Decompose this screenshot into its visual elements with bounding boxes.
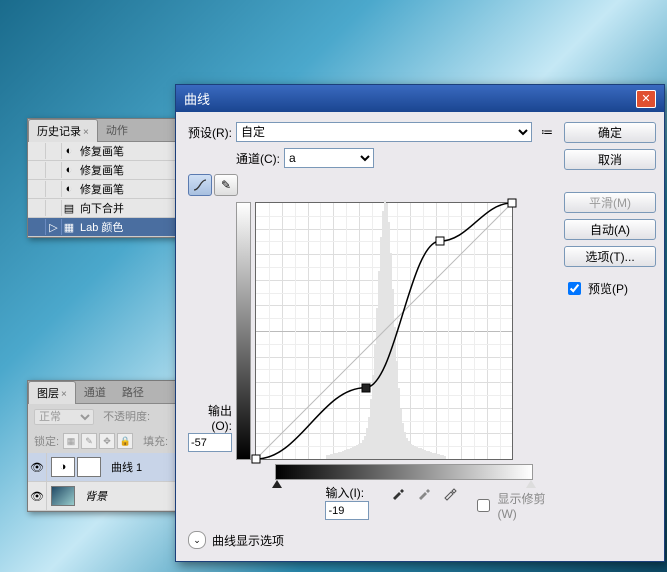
presets-menu-icon[interactable]: ≔ — [538, 123, 556, 141]
ok-button[interactable]: 确定 — [564, 122, 656, 143]
white-point-slider[interactable] — [526, 480, 536, 488]
tab-layers[interactable]: 图层× — [28, 381, 76, 404]
preset-label: 预设(R): — [188, 124, 232, 141]
tab-history[interactable]: 历史记录× — [28, 119, 98, 142]
history-item[interactable]: ▤ 向下合并 — [28, 199, 183, 218]
history-item-icon: ◐ — [62, 144, 76, 158]
tab-channels-label: 通道 — [84, 387, 106, 399]
history-state-icon — [46, 162, 62, 178]
dialog-titlebar[interactable]: 曲线 ✕ — [176, 85, 664, 112]
curve-point-tool[interactable] — [188, 174, 212, 196]
gradient-horizontal — [275, 464, 533, 480]
auto-button[interactable]: 自动(A) — [564, 219, 656, 240]
layer-mask-thumb[interactable] — [77, 457, 101, 477]
gradient-vertical — [236, 202, 251, 460]
history-item-icon: ◐ — [62, 163, 76, 177]
history-item-icon: ▦ — [62, 220, 76, 234]
lock-label: 锁定: — [34, 433, 59, 449]
smooth-button: 平滑(M) — [564, 192, 656, 213]
preset-select[interactable]: 自定 — [236, 122, 532, 142]
history-item[interactable]: ▷▦ Lab 颜色 — [28, 218, 183, 237]
curve-area: 输出(O): 输入(I): — [188, 202, 556, 521]
show-clipping-checkbox[interactable] — [477, 499, 490, 512]
curves-dialog: 曲线 ✕ 预设(R): 自定 ≔ 通道(C): a ✎ — [175, 84, 665, 562]
output-label: 输出(O): — [188, 402, 232, 433]
history-item-label: 修复画笔 — [80, 181, 124, 197]
gray-eyedropper-icon[interactable] — [415, 484, 433, 502]
options-button[interactable]: 选项(T)... — [564, 246, 656, 267]
tab-history-label: 历史记录 — [37, 126, 81, 138]
history-state-icon: ▷ — [46, 219, 62, 235]
channel-label: 通道(C): — [236, 150, 280, 167]
history-state-icon — [46, 200, 62, 216]
history-tabs: 历史记录× 动作 — [28, 119, 183, 142]
lock-position-icon[interactable]: ✥ — [99, 433, 115, 449]
tab-channels[interactable]: 通道 — [76, 381, 114, 403]
lock-icons: ▦ ✎ ✥ 🔒 — [63, 433, 133, 449]
close-icon[interactable]: × — [83, 127, 89, 138]
history-item-label: Lab 颜色 — [80, 219, 123, 235]
expand-label: 曲线显示选项 — [212, 532, 284, 549]
history-item[interactable]: ◐ 修复画笔 — [28, 142, 183, 161]
preview-label: 预览(P) — [588, 280, 628, 297]
curve-point[interactable] — [252, 455, 261, 464]
history-item-label: 修复画笔 — [80, 143, 124, 159]
layer-name[interactable]: 背景 — [85, 488, 107, 504]
tab-paths-label: 路径 — [122, 387, 144, 399]
tab-actions[interactable]: 动作 — [98, 119, 136, 141]
opacity-label: 不透明度: — [103, 411, 150, 423]
cancel-button[interactable]: 取消 — [564, 149, 656, 170]
history-palette: 历史记录× 动作 ◐ 修复画笔 ◐ 修复画笔 ◐ 修复画笔 ▤ 向下合并 ▷▦ Lab 颜色 — [27, 118, 184, 238]
blend-mode-select[interactable]: 正常 — [34, 409, 94, 425]
curve-point[interactable] — [361, 383, 370, 392]
curve-point[interactable] — [436, 237, 445, 246]
tab-actions-label: 动作 — [106, 125, 128, 137]
white-eyedropper-icon[interactable] — [441, 484, 459, 502]
lock-all-icon[interactable]: 🔒 — [117, 433, 133, 449]
black-point-slider[interactable] — [272, 480, 282, 488]
curve-pencil-tool[interactable]: ✎ — [214, 174, 238, 196]
history-state-icon — [46, 181, 62, 197]
history-item-label: 修复画笔 — [80, 162, 124, 178]
dialog-close-button[interactable]: ✕ — [636, 90, 656, 108]
channel-select[interactable]: a — [284, 148, 374, 168]
lock-paint-icon[interactable]: ✎ — [81, 433, 97, 449]
expand-display-options[interactable]: ⌄ — [188, 531, 206, 549]
history-item[interactable]: ◐ 修复画笔 — [28, 161, 183, 180]
history-list: ◐ 修复画笔 ◐ 修复画笔 ◐ 修复画笔 ▤ 向下合并 ▷▦ Lab 颜色 — [28, 142, 183, 237]
output-field[interactable] — [188, 433, 232, 452]
preview-checkbox[interactable] — [568, 282, 581, 295]
history-item-icon: ▤ — [62, 201, 76, 215]
curve-point[interactable] — [508, 199, 517, 208]
show-clipping-label: 显示修剪 (W) — [497, 490, 556, 521]
fill-label: 填充: — [143, 433, 168, 449]
visibility-icon[interactable]: 👁 — [28, 482, 47, 510]
dialog-title: 曲线 — [184, 89, 210, 108]
history-item[interactable]: ◐ 修复画笔 — [28, 180, 183, 199]
history-item-icon: ◐ — [62, 182, 76, 196]
close-icon[interactable]: × — [61, 389, 67, 400]
adjustment-icon: ◑ — [51, 457, 75, 477]
black-eyedropper-icon[interactable] — [389, 484, 407, 502]
history-state-icon — [46, 143, 62, 159]
history-item-label: 向下合并 — [80, 200, 124, 216]
input-label: 输入(I): — [325, 484, 369, 501]
layer-thumb[interactable] — [51, 486, 75, 506]
lock-transparency-icon[interactable]: ▦ — [63, 433, 79, 449]
visibility-icon[interactable]: 👁 — [28, 453, 47, 481]
curve-graph[interactable] — [255, 202, 513, 460]
layer-name[interactable]: 曲线 1 — [111, 459, 142, 475]
tab-paths[interactable]: 路径 — [114, 381, 152, 403]
tab-layers-label: 图层 — [37, 388, 59, 400]
input-field[interactable] — [325, 501, 369, 520]
